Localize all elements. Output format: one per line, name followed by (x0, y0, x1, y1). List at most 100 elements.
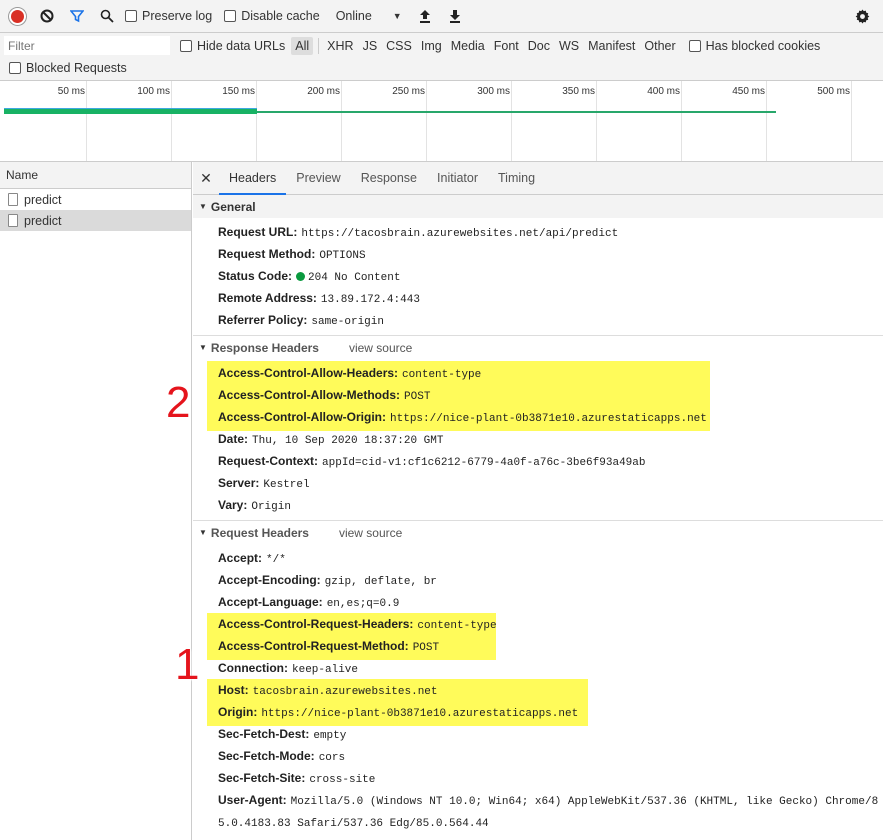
tab-preview[interactable]: Preview (286, 162, 350, 195)
header-key: Access-Control-Request-Headers: (218, 617, 414, 631)
filter-type-xhr[interactable]: XHR (323, 37, 357, 55)
tick-label: 500 ms (817, 86, 850, 97)
filter-type-media[interactable]: Media (447, 37, 489, 55)
throttling-value: Online (335, 9, 372, 23)
hide-data-urls-checkbox[interactable]: Hide data URLs (180, 39, 285, 53)
header-row: Remote Address: 13.89.172.4:443 (193, 287, 883, 309)
tick-label: 100 ms (137, 86, 170, 97)
has-blocked-cookies-label: Has blocked cookies (705, 39, 821, 53)
disable-cache-checkbox[interactable]: Disable cache (224, 9, 320, 23)
header-row: Sec-Fetch-Mode: cors (193, 745, 883, 767)
has-blocked-cookies-check[interactable] (688, 40, 701, 52)
header-value: cross-site (309, 774, 376, 786)
clear-icon (40, 9, 54, 23)
tab-response[interactable]: Response (351, 162, 427, 195)
timeline-gridline (681, 81, 682, 161)
request-row[interactable]: predict (0, 189, 191, 210)
header-key: Access-Control-Allow-Methods: (218, 388, 401, 402)
timeline-gridline (341, 81, 342, 161)
header-value: keep-alive (292, 664, 359, 676)
filter-type-css[interactable]: CSS (382, 37, 416, 55)
filter-input[interactable] (4, 36, 170, 55)
clear-button[interactable] (32, 0, 62, 33)
disable-cache-check[interactable] (224, 10, 237, 22)
annotation-number-one: 1 (175, 640, 200, 689)
header-key: Sec-Fetch-Mode: (218, 749, 315, 763)
expand-triangle-icon: ▼ (199, 528, 207, 537)
preserve-log-checkbox[interactable]: Preserve log (125, 9, 212, 23)
document-icon (8, 214, 18, 227)
view-source-link[interactable]: view source (349, 341, 412, 355)
header-key: Vary: (218, 498, 248, 512)
tab-initiator[interactable]: Initiator (427, 162, 488, 195)
timeline-bar-request-2 (257, 111, 776, 113)
request-name: predict (24, 213, 62, 228)
has-blocked-cookies-checkbox[interactable]: Has blocked cookies (688, 39, 821, 53)
header-key: Request URL: (218, 225, 298, 239)
throttling-select[interactable]: Online ▼ (332, 5, 406, 27)
header-row: Status Code: 204 No Content (193, 265, 883, 287)
filter-type-js[interactable]: JS (359, 37, 382, 55)
view-source-link[interactable]: view source (339, 526, 402, 540)
header-value: Kestrel (263, 479, 310, 491)
import-har-button[interactable] (410, 0, 440, 33)
close-icon[interactable]: ✕ (193, 170, 219, 187)
filter-type-manifest[interactable]: Manifest (584, 37, 639, 55)
header-row: Access-Control-Allow-Headers: content-typ… (193, 362, 883, 384)
header-value: Origin (251, 501, 291, 513)
download-icon (449, 10, 460, 23)
header-value: OPTIONS (319, 250, 366, 262)
tab-timing[interactable]: Timing (488, 162, 545, 195)
tab-headers[interactable]: Headers (219, 162, 287, 195)
header-key: Origin: (218, 705, 258, 719)
filter-toggle-button[interactable] (62, 0, 92, 33)
header-key: Access-Control-Allow-Origin: (218, 410, 387, 424)
response-headers-title: Response Headers (210, 340, 319, 355)
filter-type-other[interactable]: Other (640, 37, 679, 55)
header-value: 204 No Content (308, 272, 401, 284)
request-headers-header[interactable]: ▼ Request Headers view source (193, 521, 883, 544)
blocked-requests-check[interactable] (9, 62, 21, 74)
header-row: Sec-Fetch-Dest: empty (193, 723, 883, 745)
header-row: Server: Kestrel (193, 472, 883, 494)
tick-label: 200 ms (307, 86, 340, 97)
filter-type-all[interactable]: All (291, 37, 314, 55)
header-key: User-Agent: (218, 793, 287, 807)
header-value: en,es;q=0.9 (326, 598, 400, 610)
header-row: Origin: https://nice-plant-0b3871e10.azur… (193, 701, 883, 723)
hide-data-urls-check[interactable] (180, 40, 192, 52)
header-row: Request URL: https://tacosbrain.azurewebs… (193, 221, 883, 243)
network-toolbar: Preserve log Disable cache Online ▼ (0, 0, 883, 33)
header-value: https://nice-plant-0b3871e10.azurestatic… (261, 708, 579, 720)
document-icon (8, 193, 18, 206)
tick-label: 400 ms (647, 86, 680, 97)
general-header[interactable]: ▼ General (193, 195, 883, 218)
blocked-requests-label: Blocked Requests (26, 61, 127, 75)
name-column-header[interactable]: Name (0, 162, 191, 189)
header-row: Request Method: OPTIONS (193, 243, 883, 265)
tick-label: 350 ms (562, 86, 595, 97)
filter-type-img[interactable]: Img (417, 37, 446, 55)
filter-type-doc[interactable]: Doc (524, 37, 554, 55)
record-button[interactable] (2, 0, 32, 33)
tick-label: 450 ms (732, 86, 765, 97)
overview-timeline[interactable]: 50 ms 100 ms 150 ms 200 ms 250 ms 300 ms… (0, 81, 883, 162)
annotation-number-two: 2 (166, 378, 191, 427)
header-key: Host: (218, 683, 249, 697)
search-button[interactable] (92, 0, 122, 33)
header-key: Remote Address: (218, 291, 317, 305)
filter-type-ws[interactable]: WS (555, 37, 583, 55)
general-title: General (210, 199, 256, 214)
search-icon (100, 9, 114, 23)
header-value: empty (313, 730, 347, 742)
settings-button[interactable] (847, 0, 877, 33)
filter-type-font[interactable]: Font (490, 37, 523, 55)
header-row: Referrer Policy: same-origin (193, 309, 883, 331)
disable-cache-label: Disable cache (241, 9, 320, 23)
response-headers-header[interactable]: ▼ Response Headers view source (193, 336, 883, 359)
request-row-selected[interactable]: predict (0, 210, 191, 231)
blocked-requests-checkbox[interactable]: Blocked Requests (9, 61, 127, 75)
export-har-button[interactable] (440, 0, 470, 33)
preserve-log-check[interactable] (125, 10, 137, 22)
general-section: ▼ General Request URL: https://tacosbrain… (193, 195, 883, 336)
